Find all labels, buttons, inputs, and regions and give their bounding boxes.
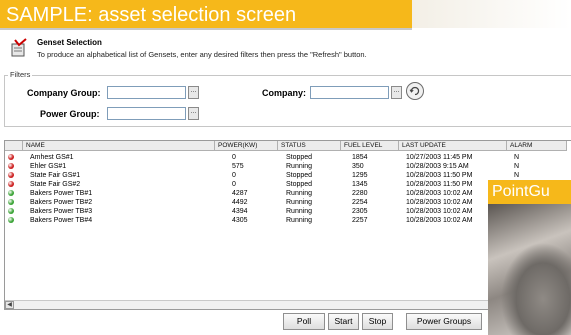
column-header-status-dot: [5, 141, 23, 151]
table-row[interactable]: Ehler GS#1 575 Running 350 10/28/2003 9:15 A…: [0, 162, 519, 171]
table-row[interactable]: State Fair GS#1 0 Stopped 1295 10/28/2003 11…: [0, 171, 519, 180]
status-dot-icon: [8, 154, 14, 160]
cell-name: Amhest GS#1: [30, 154, 74, 161]
start-button[interactable]: Start: [328, 313, 359, 330]
table-row[interactable]: Bakers Power TB#4 4305 Running 2257 10/28/20…: [0, 216, 519, 225]
company-group-input[interactable]: [107, 86, 186, 99]
power-group-input[interactable]: [107, 107, 186, 120]
company-browse-button[interactable]: ...: [391, 86, 402, 99]
cell-power: 4305: [232, 217, 248, 224]
cell-updated: 10/27/2003 11:45 PM: [406, 154, 473, 161]
status-dot-icon: [8, 199, 14, 205]
status-dot-icon: [8, 190, 14, 196]
cell-name: Bakers Power TB#1: [30, 190, 93, 197]
cell-updated: 10/28/2003 10:02 AM: [406, 190, 473, 197]
cell-status: Running: [286, 190, 313, 197]
table-row[interactable]: Bakers Power TB#1 4287 Running 2280 10/28/20…: [0, 189, 519, 198]
column-header-alarm[interactable]: ALARM: [507, 141, 567, 151]
cell-updated: 10/28/2003 9:15 AM: [406, 163, 469, 170]
stop-button[interactable]: Stop: [362, 313, 393, 330]
cell-status: Running: [286, 199, 313, 206]
cell-power: 4394: [232, 208, 248, 215]
banner-fade: [412, 0, 571, 28]
cell-alarm: N: [514, 154, 520, 161]
cell-name: State Fair GS#2: [30, 181, 81, 188]
poll-button[interactable]: Poll: [283, 313, 325, 330]
cell-status: Stopped: [286, 172, 313, 179]
horizontal-scrollbar[interactable]: ◀: [5, 300, 571, 309]
cell-updated: 10/28/2003 11:50 PM: [406, 181, 473, 188]
cell-power: 0: [232, 181, 236, 188]
cell-fuel: 1295: [352, 172, 368, 179]
cell-status: Running: [286, 163, 313, 170]
cell-fuel: 2254: [352, 199, 368, 206]
cell-fuel: 2280: [352, 190, 368, 197]
status-dot-icon: [8, 172, 14, 178]
cell-updated: 10/28/2003 11:50 PM: [406, 172, 473, 179]
column-header-status[interactable]: STATUS: [278, 141, 341, 151]
refresh-icon[interactable]: [406, 82, 424, 100]
table-row[interactable]: State Fair GS#2 0 Stopped 1345 10/28/2003 11…: [0, 180, 519, 189]
cell-power: 0: [232, 172, 236, 179]
cell-power: 0: [232, 154, 236, 161]
company-label: Company:: [262, 88, 307, 98]
cell-updated: 10/28/2003 10:02 AM: [406, 199, 473, 206]
cell-status: Running: [286, 208, 313, 215]
cell-fuel: 1345: [352, 181, 368, 188]
cell-fuel: 2305: [352, 208, 368, 215]
column-header-fuel-level[interactable]: FUEL LEVEL: [341, 141, 399, 151]
filters-fieldset: [4, 75, 571, 127]
scroll-left-icon[interactable]: ◀: [5, 301, 14, 309]
cell-updated: 10/28/2003 10:02 AM: [406, 217, 473, 224]
cell-alarm: N: [514, 172, 520, 179]
cell-updated: 10/28/2003 10:02 AM: [406, 208, 473, 215]
power-groups-button[interactable]: Power Groups: [406, 313, 482, 330]
column-header-power[interactable]: POWER(KW): [215, 141, 278, 151]
cell-name: Bakers Power TB#2: [30, 199, 93, 206]
sample-banner: SAMPLE: asset selection screen: [0, 0, 412, 28]
company-group-label: Company Group:: [27, 88, 101, 98]
cell-power: 4287: [232, 190, 248, 197]
cell-status: Running: [286, 217, 313, 224]
cell-fuel: 350: [352, 163, 364, 170]
status-dot-icon: [8, 208, 14, 214]
table-row[interactable]: Amhest GS#1 0 Stopped 1854 10/27/2003 11:45 …: [0, 153, 519, 162]
banner-divider: [0, 28, 412, 30]
overlay-photo: [488, 204, 571, 335]
cell-name: Bakers Power TB#4: [30, 217, 93, 224]
table-row[interactable]: Bakers Power TB#3 4394 Running 2305 10/28/20…: [0, 207, 519, 216]
company-input[interactable]: [310, 86, 389, 99]
cell-alarm: N: [514, 163, 520, 170]
company-group-browse-button[interactable]: ...: [188, 86, 199, 99]
cell-fuel: 2257: [352, 217, 368, 224]
cell-power: 575: [232, 163, 244, 170]
page-title: Genset Selection: [37, 38, 102, 47]
cell-name: State Fair GS#1: [30, 172, 81, 179]
table-row[interactable]: Bakers Power TB#2 4492 Running 2254 10/28/20…: [0, 198, 519, 207]
status-dot-icon: [8, 217, 14, 223]
cell-fuel: 1854: [352, 154, 368, 161]
filters-legend: Filters: [8, 70, 33, 79]
power-group-label: Power Group:: [40, 109, 100, 119]
column-header-last-update[interactable]: LAST UPDATE: [399, 141, 507, 151]
power-group-browse-button[interactable]: ...: [188, 107, 199, 120]
cell-name: Bakers Power TB#3: [30, 208, 93, 215]
column-header-name[interactable]: NAME: [23, 141, 215, 151]
cell-status: Stopped: [286, 154, 313, 161]
page-subtitle: To produce an alphabetical list of Gense…: [37, 50, 367, 59]
sample-banner-text: SAMPLE: asset selection screen: [6, 4, 297, 26]
overlay-label: PointGu: [488, 180, 571, 204]
status-dot-icon: [8, 163, 14, 169]
cell-status: Stopped: [286, 181, 313, 188]
status-dot-icon: [8, 181, 14, 187]
genset-checklist-icon: [11, 38, 27, 57]
cell-name: Ehler GS#1: [30, 163, 67, 170]
cell-power: 4492: [232, 199, 248, 206]
